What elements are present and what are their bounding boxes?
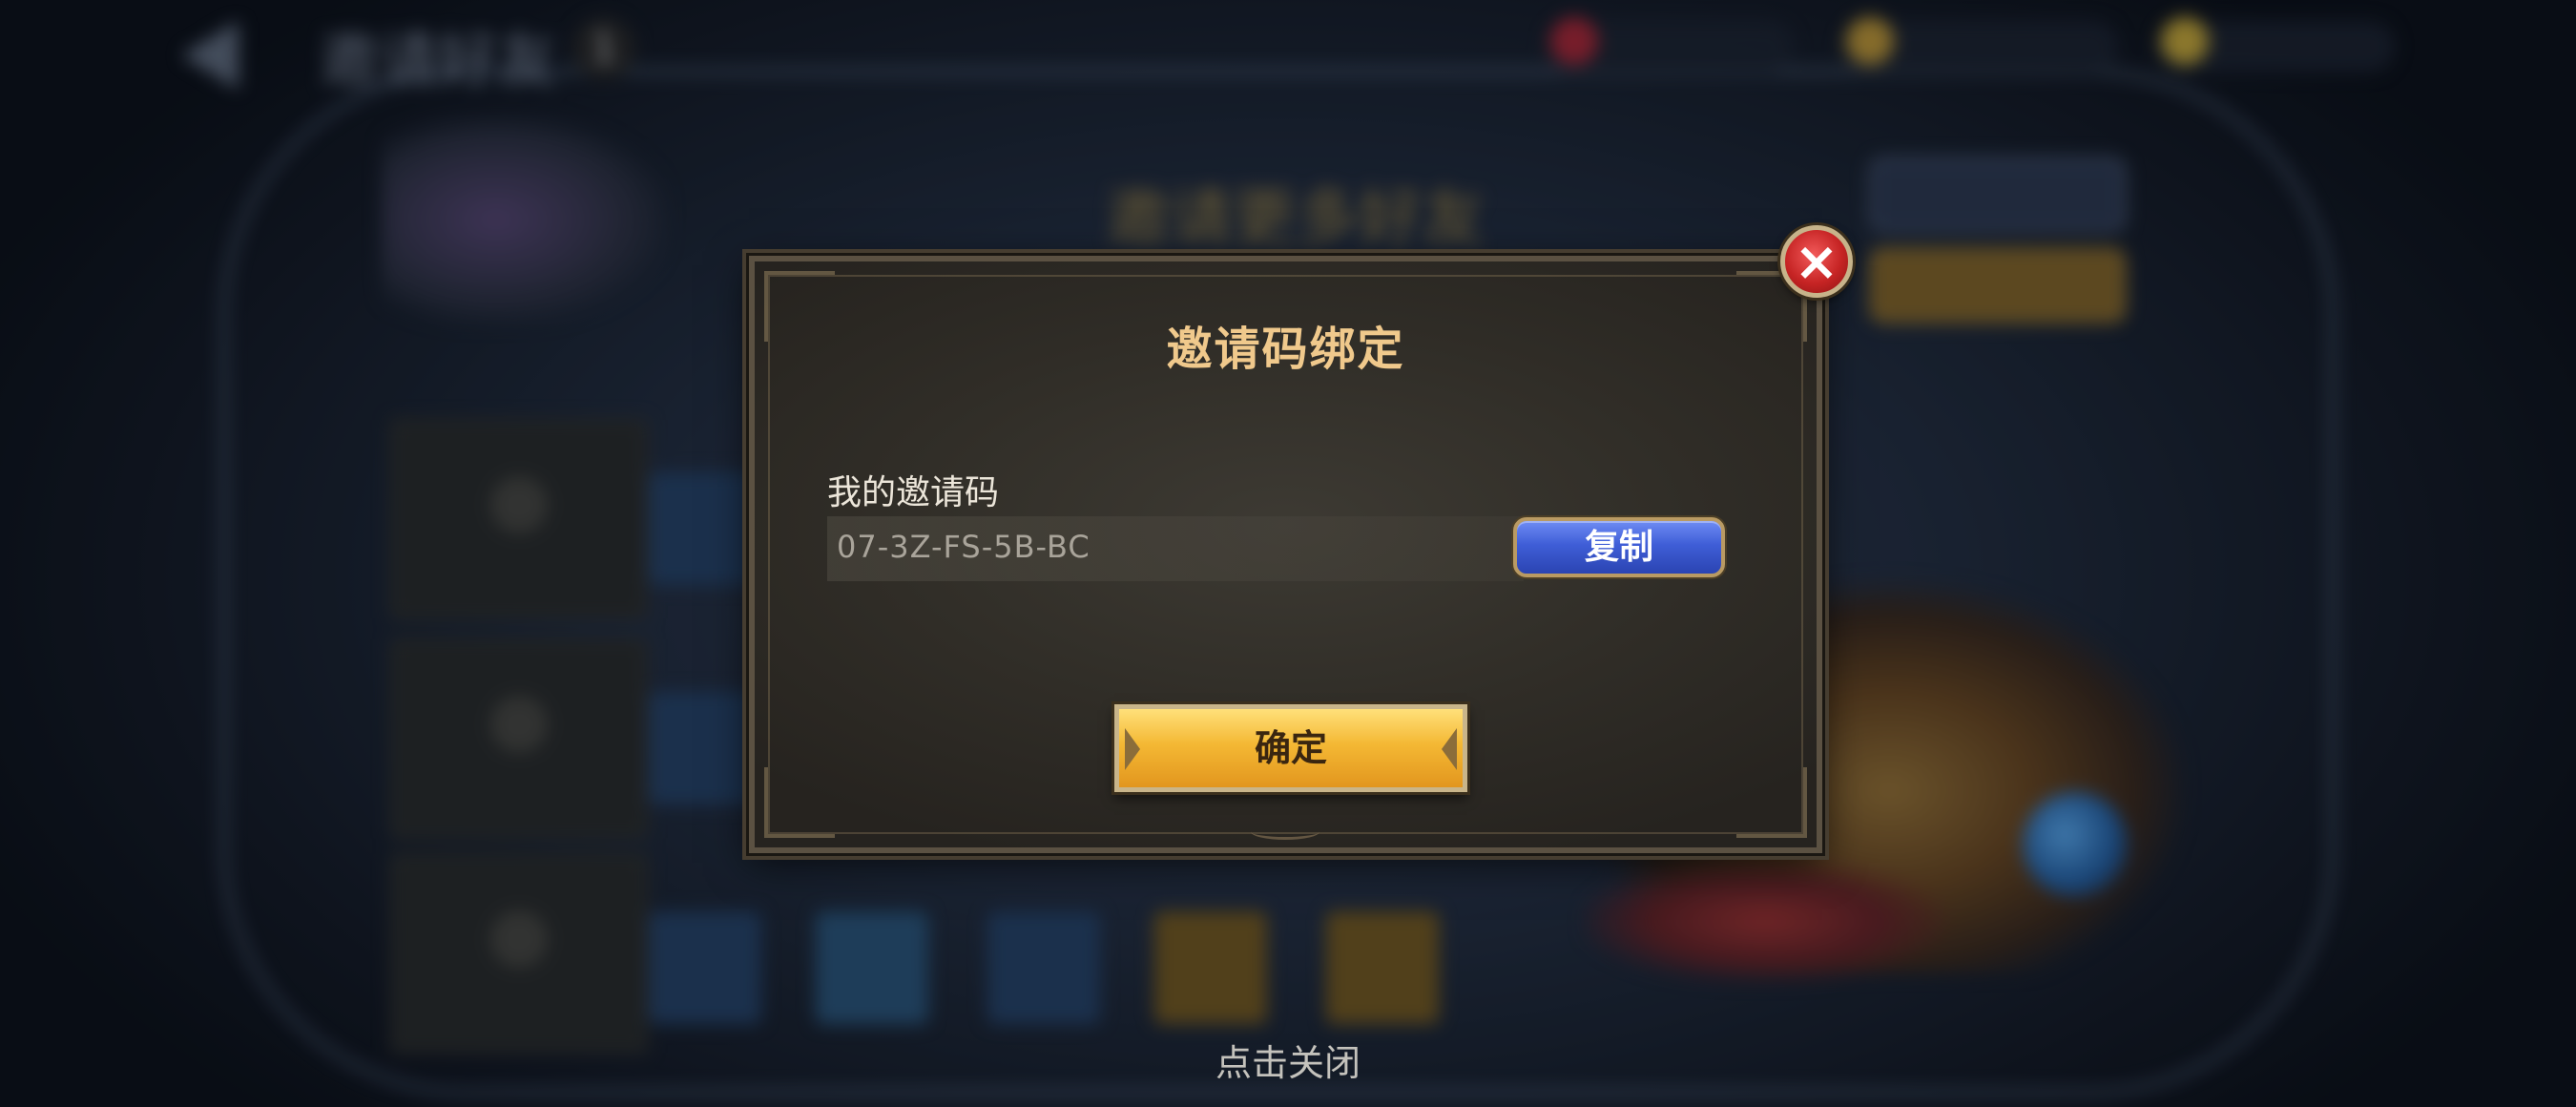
my-invite-code-label: 我的邀请码	[827, 473, 1000, 512]
corner-ornament	[764, 767, 835, 838]
tap-to-close-hint[interactable]: 点击关闭	[0, 1034, 2576, 1086]
bottom-ornament	[1251, 824, 1319, 840]
close-icon: ×	[1794, 231, 1839, 293]
corner-ornament	[1736, 767, 1807, 838]
close-button[interactable]: ×	[1780, 225, 1853, 298]
copy-button[interactable]: 复制	[1513, 517, 1725, 577]
invite-code-value: 07-3Z-FS-5B-BC	[837, 529, 1091, 565]
invite-code-field: 07-3Z-FS-5B-BC	[827, 516, 1524, 581]
confirm-button[interactable]: 确定	[1114, 704, 1467, 792]
dialog-title: 邀请码绑定	[1166, 323, 1405, 376]
invite-code-dialog: 邀请码绑定 我的邀请码 07-3Z-FS-5B-BC 复制 确定	[749, 256, 1822, 853]
